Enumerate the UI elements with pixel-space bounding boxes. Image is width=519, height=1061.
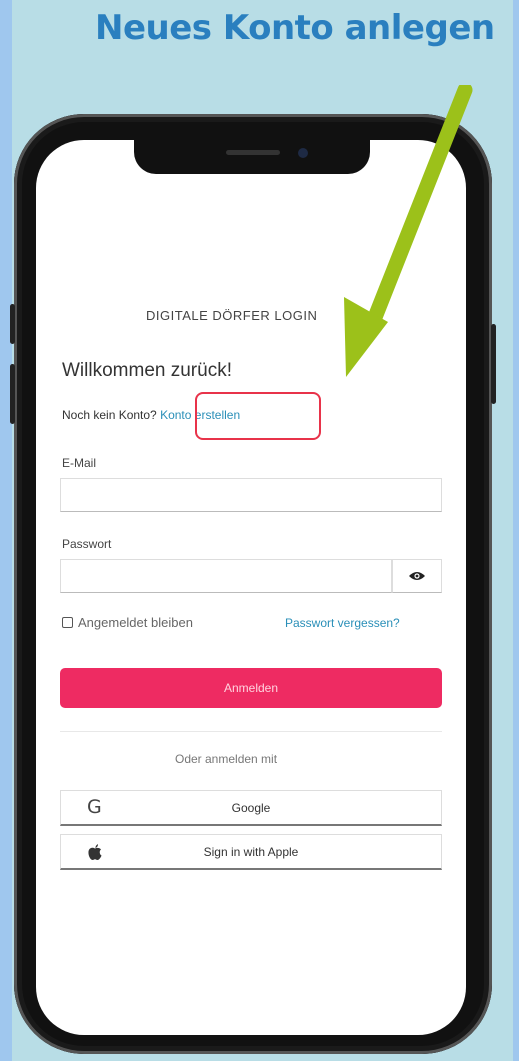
login-title: DIGITALE DÖRFER LOGIN <box>146 308 318 323</box>
forgot-password-link[interactable]: Passwort vergessen? <box>285 616 400 630</box>
google-label: Google <box>231 801 271 815</box>
password-label: Passwort <box>62 537 112 551</box>
speaker-grill <box>226 150 280 155</box>
highlight-box <box>195 392 321 440</box>
login-button[interactable]: Anmelden <box>60 668 442 708</box>
google-login-button[interactable]: G Google <box>60 790 442 826</box>
or-login-with-text: Oder anmelden mit <box>175 752 278 766</box>
email-label: E-Mail <box>62 456 97 470</box>
password-field[interactable] <box>60 559 392 593</box>
remember-me[interactable]: Angemeldet bleiben <box>62 615 193 630</box>
show-password-button[interactable] <box>392 559 442 593</box>
no-account-label: Noch kein Konto? <box>62 408 157 422</box>
apple-login-button[interactable]: Sign in with Apple <box>60 834 442 870</box>
divider <box>60 731 442 732</box>
camera-icon <box>298 148 308 158</box>
remember-label: Angemeldet bleiben <box>78 615 193 630</box>
welcome-heading: Willkommen zurück! <box>62 360 232 381</box>
eye-icon <box>409 572 425 580</box>
email-field[interactable] <box>60 478 442 512</box>
remember-checkbox[interactable] <box>62 617 73 628</box>
page-headline: Neues Konto anlegen <box>95 8 495 48</box>
arrow-icon <box>344 85 473 377</box>
apple-label: Sign in with Apple <box>203 845 299 859</box>
